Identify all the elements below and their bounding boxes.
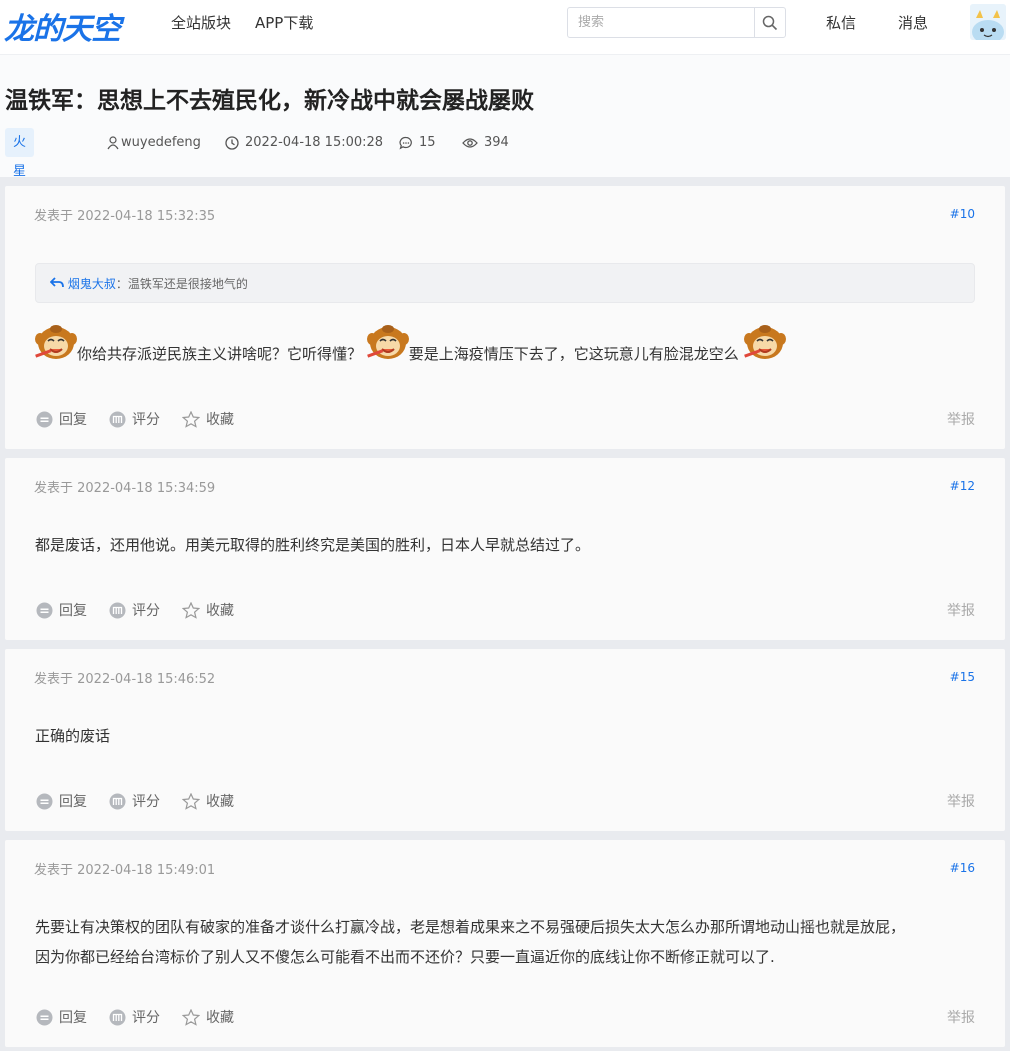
- user-avatar[interactable]: [970, 4, 1006, 40]
- post-card: 发表于 2022-04-18 15:32:35 #10 烟鬼大叔：温铁军还是很接…: [5, 186, 1005, 449]
- reply-button[interactable]: 回复: [36, 791, 87, 811]
- author-name[interactable]: wuyedefeng: [121, 135, 201, 150]
- favorite-button[interactable]: 收藏: [182, 1007, 234, 1027]
- star-icon: [182, 601, 200, 619]
- avatar-icon: [970, 4, 1006, 40]
- rate-button[interactable]: 评分: [109, 791, 160, 811]
- reply-button[interactable]: 回复: [36, 1007, 87, 1027]
- star-icon: [182, 792, 200, 810]
- board-tag[interactable]: 火星社会: [5, 128, 35, 237]
- floor-number[interactable]: #15: [950, 670, 975, 684]
- report-link[interactable]: 举报: [947, 409, 975, 429]
- post-text: 你给共存派逆民族主义讲啥呢？它听得懂？: [77, 345, 363, 363]
- search-input[interactable]: [568, 8, 754, 37]
- thread-datetime: 2022-04-18 15:00:28: [245, 135, 384, 150]
- report-link[interactable]: 举报: [947, 600, 975, 620]
- post-content: 先要让有决策权的团队有破家的准备才谈什么打赢冷战，老是想着成果来之不易强硬后损失…: [35, 912, 905, 972]
- quote-separator: ：: [115, 277, 128, 291]
- reply-icon: [36, 793, 53, 809]
- favorite-button[interactable]: 收藏: [182, 600, 234, 620]
- quote-author[interactable]: 烟鬼大叔: [68, 277, 116, 291]
- reply-button[interactable]: 回复: [36, 600, 87, 620]
- post-actions: 回复 评分 收藏: [36, 409, 234, 429]
- author-info: wuyedefeng: [107, 135, 201, 150]
- post-time: 发表于 2022-04-18 15:34:59: [34, 481, 216, 496]
- rate-button[interactable]: 评分: [109, 1007, 160, 1027]
- clock-icon: [225, 135, 239, 150]
- eye-icon: [462, 137, 478, 148]
- nav-notifications[interactable]: 消息: [898, 12, 928, 33]
- site-logo[interactable]: 龙的天空: [4, 4, 121, 48]
- post-content: 正确的废话: [35, 727, 111, 745]
- report-link[interactable]: 举报: [947, 791, 975, 811]
- rate-icon: [109, 1009, 126, 1025]
- post-actions: 回复 评分 收藏: [36, 600, 234, 620]
- nav-messages[interactable]: 私信: [826, 12, 856, 33]
- rate-icon: [109, 793, 126, 809]
- reply-count-value: 15: [419, 135, 436, 150]
- favorite-button[interactable]: 收藏: [182, 791, 234, 811]
- post-text-line: 因为你都已经给台湾标价了别人又不傻怎么可能看不出而不还价？只要一直逼近你的底线让…: [35, 948, 775, 966]
- thread-header: 温铁军：思想上不去殖民化，新冷战中就会屡战屡败 火星社会 wuyedefeng …: [0, 55, 1010, 237]
- post-actions: 回复 评分 收藏: [36, 791, 234, 811]
- search-button[interactable]: [754, 8, 785, 37]
- post-content: 你给共存派逆民族主义讲啥呢？它听得懂？ 要是上海疫情压下去了，它这玩意儿有脸混龙…: [35, 319, 786, 369]
- post-card: 发表于 2022-04-18 15:49:01 #16 先要让有决策权的团队有破…: [5, 840, 1005, 1047]
- post-time: 发表于 2022-04-18 15:49:01: [34, 863, 216, 878]
- star-icon: [182, 1008, 200, 1026]
- monkey-emoji-icon: [366, 324, 409, 360]
- post-text-line: 先要让有决策权的团队有破家的准备才谈什么打赢冷战，老是想着成果来之不易强硬后损失…: [35, 918, 906, 936]
- quote-block: 烟鬼大叔：温铁军还是很接地气的: [35, 263, 975, 303]
- thread-title: 温铁军：思想上不去殖民化，新冷战中就会屡战屡败: [5, 88, 534, 114]
- floor-number[interactable]: #16: [950, 861, 975, 875]
- floor-number[interactable]: #10: [950, 207, 975, 221]
- reply-icon: [36, 1009, 53, 1025]
- favorite-button[interactable]: 收藏: [182, 409, 234, 429]
- post-card: 发表于 2022-04-18 15:34:59 #12 都是废话，还用他说。用美…: [5, 458, 1005, 640]
- rate-icon: [109, 602, 126, 618]
- rate-button[interactable]: 评分: [109, 600, 160, 620]
- top-bar: 龙的天空 全站版块 APP下载 私信 消息: [0, 0, 1010, 55]
- user-icon: [107, 135, 119, 149]
- rate-icon: [109, 411, 126, 427]
- comment-icon: [399, 136, 412, 149]
- post-text: 要是上海疫情压下去了，它这玩意儿有脸混龙空么: [408, 345, 739, 363]
- star-icon: [182, 410, 200, 428]
- report-link[interactable]: 举报: [947, 1007, 975, 1027]
- nav-all-boards[interactable]: 全站版块: [171, 12, 231, 33]
- reply-icon: [36, 602, 53, 618]
- post-card: 发表于 2022-04-18 15:46:52 #15 正确的废话 回复 评分 …: [5, 649, 1005, 831]
- floor-number[interactable]: #12: [950, 479, 975, 493]
- quote-text: 温铁军还是很接地气的: [127, 277, 248, 291]
- post-time: 发表于 2022-04-18 15:46:52: [34, 672, 216, 687]
- post-datetime: 2022-04-18 15:00:28: [225, 135, 383, 150]
- post-content: 都是废话，还用他说。用美元取得的胜利终究是美国的胜利，日本人早就总结过了。: [35, 536, 591, 554]
- reply-count: 15: [399, 135, 436, 150]
- search-icon: [762, 15, 778, 30]
- reply-icon: [36, 411, 53, 427]
- post-actions: 回复 评分 收藏: [36, 1007, 234, 1027]
- view-count-value: 394: [484, 135, 509, 150]
- search-box: [567, 7, 786, 38]
- reply-arrow-icon: [49, 277, 64, 288]
- monkey-emoji-icon: [35, 324, 77, 360]
- monkey-emoji-icon: [743, 324, 786, 360]
- reply-button[interactable]: 回复: [36, 409, 87, 429]
- view-count: 394: [462, 135, 509, 150]
- post-time: 发表于 2022-04-18 15:32:35: [34, 209, 216, 224]
- rate-button[interactable]: 评分: [109, 409, 160, 429]
- nav-app-download[interactable]: APP下载: [255, 12, 313, 33]
